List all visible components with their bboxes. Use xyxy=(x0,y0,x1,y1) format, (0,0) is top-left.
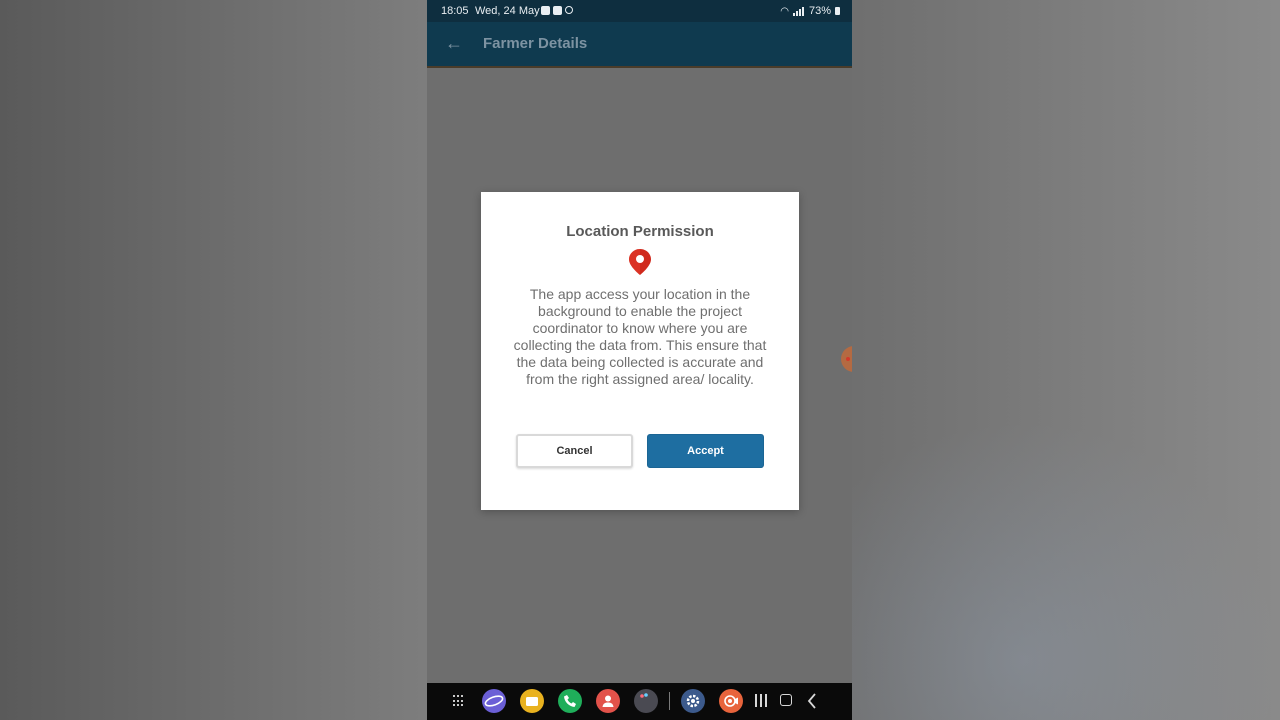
cancel-button[interactable]: Cancel xyxy=(516,434,633,468)
contacts-icon[interactable] xyxy=(596,689,620,713)
battery-icon xyxy=(835,7,840,15)
app-drawer-icon[interactable] xyxy=(453,695,465,707)
back-nav-icon[interactable] xyxy=(805,691,819,711)
location-pin-icon xyxy=(629,249,651,275)
status-time: 18:05 xyxy=(441,5,469,17)
recent-apps-icon[interactable] xyxy=(755,694,767,707)
arrow-left-icon[interactable]: ← xyxy=(443,32,465,54)
dialog-message: The app access your location in the back… xyxy=(513,286,767,387)
home-icon[interactable] xyxy=(780,694,792,706)
status-bar: 18:05 Wed, 24 May ◠ 73% xyxy=(427,0,852,22)
status-date: Wed, 24 May xyxy=(475,5,540,17)
video-call-icon xyxy=(541,6,550,15)
page-title: Farmer Details xyxy=(483,35,588,52)
screen-recorder-icon[interactable] xyxy=(719,689,743,713)
signal-icon xyxy=(792,6,805,16)
my-files-icon[interactable] xyxy=(520,689,544,713)
game-launcher-icon[interactable] xyxy=(634,689,658,713)
settings-notification-icon xyxy=(565,6,573,14)
wifi-icon: ◠ xyxy=(780,5,789,17)
dialog-title: Location Permission xyxy=(566,223,714,240)
status-right: ◠ 73% xyxy=(780,5,840,17)
app-bar: ← Farmer Details xyxy=(427,22,852,68)
phone-icon[interactable] xyxy=(558,689,582,713)
internet-icon[interactable] xyxy=(482,689,506,713)
battery-percent: 73% xyxy=(808,5,831,17)
location-permission-dialog: Location Permission The app access your … xyxy=(481,192,799,510)
dock-divider xyxy=(669,692,670,710)
notification-icons xyxy=(541,6,573,15)
accept-button[interactable]: Accept xyxy=(647,434,764,468)
phone-screen: 18:05 Wed, 24 May ◠ 73% ← Farmer Details… xyxy=(427,0,852,720)
navigation-bar xyxy=(427,683,852,720)
settings-icon[interactable] xyxy=(681,689,705,713)
background-glow xyxy=(852,420,1280,720)
mail-icon xyxy=(553,6,562,15)
